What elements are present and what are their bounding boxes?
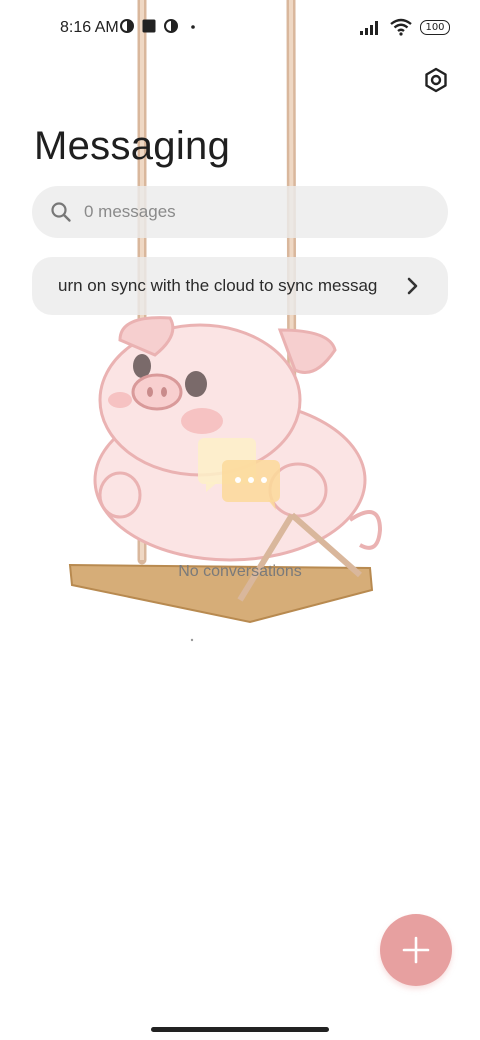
status-notification-icons	[120, 19, 200, 33]
cloud-sync-banner[interactable]: urn on sync with the cloud to sync messa…	[32, 257, 448, 315]
wifi-icon	[390, 18, 412, 36]
page-title: Messaging	[34, 124, 231, 168]
status-system-icons: 100	[360, 18, 450, 36]
settings-icon	[425, 67, 447, 93]
signal-icon	[360, 21, 378, 35]
square-icon	[142, 19, 156, 33]
plus-icon	[402, 936, 430, 964]
notification-icon	[120, 19, 134, 33]
battery-level: 100	[425, 21, 445, 33]
notification-icon	[164, 19, 178, 33]
status-bar: 8:16 AM 100	[0, 0, 480, 56]
home-indicator[interactable]	[151, 1027, 329, 1032]
chat-bubbles-icon	[198, 438, 280, 510]
new-conversation-button[interactable]	[380, 914, 452, 986]
chevron-right-icon	[407, 277, 418, 295]
status-time: 8:16 AM	[60, 19, 119, 36]
search-input[interactable]	[84, 202, 404, 222]
empty-state-text: No conversations	[178, 563, 302, 580]
search-bar[interactable]	[32, 186, 448, 238]
battery-icon: 100	[420, 19, 450, 35]
dot-icon	[191, 25, 195, 29]
cloud-sync-text: urn on sync with the cloud to sync messa…	[58, 276, 378, 295]
settings-button[interactable]	[420, 64, 452, 96]
search-icon	[51, 202, 71, 222]
pig-swing-illustration	[68, 0, 383, 642]
